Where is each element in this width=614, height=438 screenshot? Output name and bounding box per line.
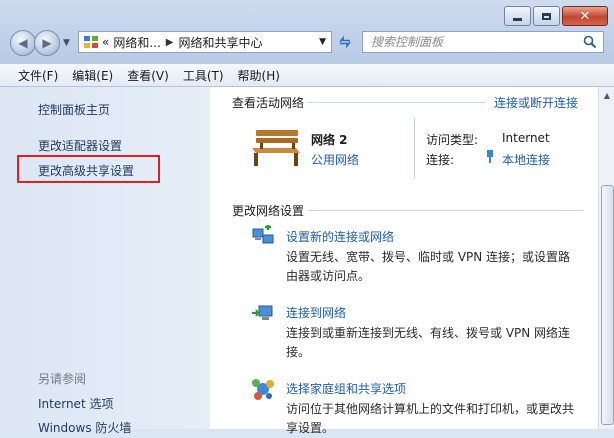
menu-file[interactable]: 文件(F) (0, 67, 65, 84)
breadcrumb-sharing-center[interactable]: 网络和共享中心 (179, 34, 263, 51)
connect-to-network-link[interactable]: 连接到网络 (286, 304, 346, 321)
connection-label: 连接: (426, 153, 455, 167)
minimize-button[interactable] (504, 6, 531, 26)
menu-tools[interactable]: 工具(T) (176, 67, 231, 84)
sidebar-item-control-panel-home[interactable]: 控制面板主页 (38, 101, 110, 118)
maximize-button[interactable] (533, 6, 560, 26)
menu-help[interactable]: 帮助(H) (231, 67, 287, 84)
vertical-divider (414, 117, 415, 179)
local-connection-link[interactable]: 本地连接 (502, 151, 550, 168)
refresh-button[interactable] (334, 32, 356, 52)
scroll-up-arrow-icon[interactable]: ▲ (599, 87, 614, 103)
address-bar[interactable]: « 网络和... ▶ 网络和共享中心 ▼ (78, 31, 332, 53)
search-input[interactable] (363, 34, 583, 50)
network-name: 网络 2 (311, 133, 348, 147)
menu-bar: 文件(F) 编辑(E) 查看(V) 工具(T) 帮助(H) (0, 64, 614, 87)
homegroup-icon (252, 379, 274, 400)
maximize-icon (542, 12, 551, 20)
search-box[interactable] (362, 31, 604, 53)
setup-connection-link[interactable]: 设置新的连接或网络 (286, 228, 394, 245)
address-overflow[interactable]: « (102, 35, 109, 49)
back-arrow-icon: ◀ (18, 36, 28, 50)
window-controls: ✕ (504, 6, 608, 26)
access-type-label: 访问类型: (426, 133, 479, 147)
forward-arrow-icon: ▶ (42, 36, 52, 50)
back-button[interactable]: ◀ (10, 30, 36, 56)
change-settings-heading: 更改网络设置 (232, 204, 305, 218)
see-also-heading: 另请参阅 (38, 372, 87, 386)
connect-disconnect-link[interactable]: 连接或断开连接 (494, 94, 578, 111)
navigation-buttons: ◀ ▶ ▼ (10, 30, 70, 56)
public-network-bench-icon (252, 130, 300, 166)
network-folder-icon (84, 36, 98, 48)
breadcrumb-network[interactable]: 网络和... (113, 34, 160, 51)
homegroup-sharing-description: 访问位于其他网络计算机上的文件和打印机，或更改共享设置。 (286, 402, 575, 435)
refresh-icon (339, 35, 351, 49)
menu-edit[interactable]: 编辑(E) (65, 67, 120, 84)
section-divider (308, 102, 486, 103)
breadcrumb-separator-icon[interactable]: ▶ (166, 37, 174, 48)
network-type-link[interactable]: 公用网络 (311, 151, 359, 168)
vertical-scrollbar[interactable]: ▲ (598, 87, 614, 429)
setup-connection-description: 设置无线、宽带、拨号、临时或 VPN 连接；或设置路由器或访问点。 (286, 250, 571, 283)
menu-view[interactable]: 查看(V) (120, 67, 176, 84)
access-type-value: Internet (502, 131, 550, 145)
forward-button[interactable]: ▶ (34, 30, 60, 56)
sidebar-item-advanced-sharing[interactable]: 更改高级共享设置 (38, 162, 134, 179)
scroll-thumb[interactable] (601, 185, 614, 425)
homegroup-sharing-link[interactable]: 选择家庭组和共享选项 (286, 380, 406, 397)
ethernet-icon (487, 150, 493, 163)
search-icon[interactable] (583, 35, 597, 49)
sidebar-item-internet-options[interactable]: Internet 选项 (38, 395, 113, 412)
active-networks-heading: 查看活动网络 (232, 96, 305, 110)
new-connection-icon (252, 225, 274, 244)
minimize-icon (513, 17, 522, 21)
section-divider (308, 210, 584, 211)
close-button[interactable]: ✕ (562, 6, 608, 26)
connect-network-icon (252, 305, 273, 320)
connect-to-network-description: 连接到或重新连接到无线、有线、拨号或 VPN 网络连接。 (286, 326, 571, 359)
sidebar-item-change-adapter[interactable]: 更改适配器设置 (38, 137, 122, 154)
title-bar: ✕ ◀ ▶ ▼ « 网络和... ▶ 网络和共享中心 ▼ (0, 0, 614, 64)
close-icon: ✕ (579, 8, 591, 24)
sidebar-item-firewall[interactable]: Windows 防火墙 (38, 419, 131, 436)
recent-pages-dropdown[interactable]: ▼ (63, 38, 70, 48)
address-dropdown-icon[interactable]: ▼ (319, 37, 326, 47)
